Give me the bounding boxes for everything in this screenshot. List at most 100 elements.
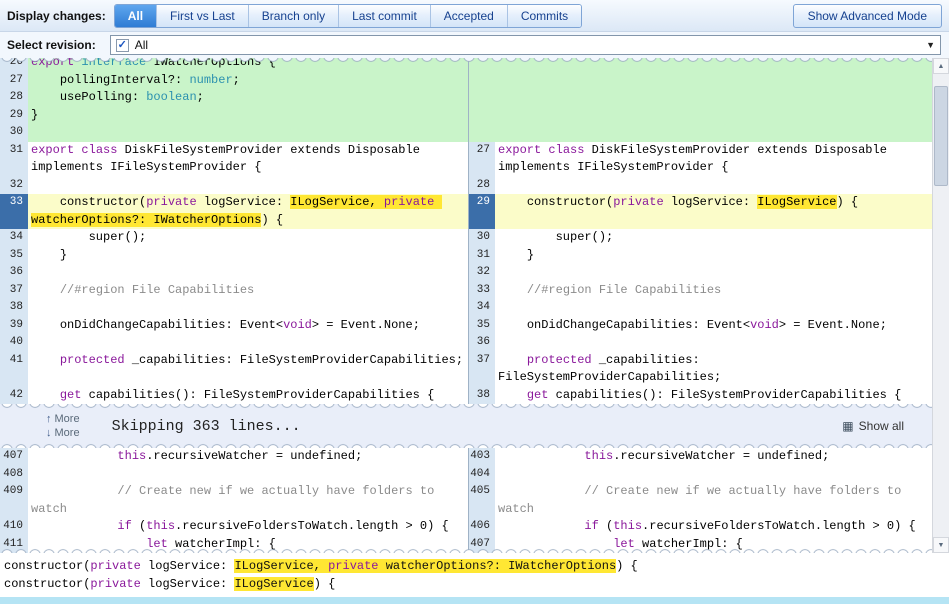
line-number-right[interactable]: 28: [468, 177, 495, 195]
code-line-left[interactable]: usePolling: boolean;: [28, 89, 468, 107]
display-button-first-vs-last[interactable]: First vs Last: [157, 5, 249, 27]
scroll-up-button[interactable]: ▲: [933, 58, 949, 74]
line-number-left[interactable]: 38: [0, 299, 28, 317]
line-number-left[interactable]: 35: [0, 247, 28, 265]
code-line-left[interactable]: export interface IWatcherOptions {: [28, 58, 468, 72]
line-number-right[interactable]: 407: [468, 536, 495, 554]
line-number-left[interactable]: 41: [0, 352, 28, 387]
line-number-left[interactable]: 37: [0, 282, 28, 300]
code-line-right[interactable]: }: [495, 247, 932, 265]
code-line-right[interactable]: [495, 72, 932, 90]
code-line-right[interactable]: onDidChangeCapabilities: Event<void> = E…: [495, 317, 932, 335]
line-number-left[interactable]: 26: [0, 58, 28, 72]
code-line-left[interactable]: [28, 466, 468, 484]
code-line-left[interactable]: }: [28, 247, 468, 265]
line-number-right[interactable]: 37: [468, 352, 495, 387]
line-number-right[interactable]: 35: [468, 317, 495, 335]
code-line-right[interactable]: [495, 299, 932, 317]
code-line-right[interactable]: get capabilities(): FileSystemProviderCa…: [495, 387, 932, 405]
line-number-right[interactable]: 38: [468, 387, 495, 405]
line-number-left[interactable]: 409: [0, 483, 28, 518]
code-line-left[interactable]: //#region File Capabilities: [28, 282, 468, 300]
code-line-right[interactable]: [495, 466, 932, 484]
revision-dropdown[interactable]: ✓ All ▼: [110, 35, 941, 55]
line-number-left[interactable]: 33: [0, 194, 28, 229]
scroll-down-button[interactable]: ▼: [933, 537, 949, 553]
line-number-left[interactable]: 31: [0, 142, 28, 177]
code-line-right[interactable]: [495, 124, 932, 142]
line-number-left[interactable]: 28: [0, 89, 28, 107]
line-number-left[interactable]: 410: [0, 518, 28, 536]
line-number-right[interactable]: 36: [468, 334, 495, 352]
expand-up-button[interactable]: ↑ More: [46, 413, 80, 425]
line-number-right[interactable]: 33: [468, 282, 495, 300]
show-advanced-mode-button[interactable]: Show Advanced Mode: [793, 4, 942, 28]
line-number-left[interactable]: 411: [0, 536, 28, 554]
code-line-left[interactable]: super();: [28, 229, 468, 247]
code-line-left[interactable]: [28, 124, 468, 142]
code-line-left[interactable]: // Create new if we actually have folder…: [28, 483, 468, 518]
code-line-left[interactable]: get capabilities(): FileSystemProviderCa…: [28, 387, 468, 405]
show-all-button[interactable]: ▦ Show all: [842, 419, 904, 433]
code-line-right[interactable]: let watcherImpl: {: [495, 536, 932, 554]
code-line-right[interactable]: this.recursiveWatcher = undefined;: [495, 448, 932, 466]
line-number-right[interactable]: 30: [468, 229, 495, 247]
code-line-left[interactable]: pollingInterval?: number;: [28, 72, 468, 90]
line-number-left[interactable]: 27: [0, 72, 28, 90]
code-line-right[interactable]: //#region File Capabilities: [495, 282, 932, 300]
display-button-last-commit[interactable]: Last commit: [339, 5, 431, 27]
line-number-right[interactable]: [468, 89, 495, 107]
code-line-right[interactable]: if (this.recursiveFoldersToWatch.length …: [495, 518, 932, 536]
code-line-left[interactable]: [28, 334, 468, 352]
code-line-right[interactable]: [495, 264, 932, 282]
line-number-left[interactable]: 42: [0, 387, 28, 405]
scroll-thumb[interactable]: [934, 86, 948, 186]
scroll-track[interactable]: [933, 74, 949, 537]
code-line-left[interactable]: onDidChangeCapabilities: Event<void> = E…: [28, 317, 468, 335]
code-line-left[interactable]: [28, 264, 468, 282]
line-number-right[interactable]: 32: [468, 264, 495, 282]
line-number-right[interactable]: 405: [468, 483, 495, 518]
line-number-left[interactable]: 40: [0, 334, 28, 352]
display-button-commits[interactable]: Commits: [508, 5, 581, 27]
code-line-right[interactable]: [495, 89, 932, 107]
line-number-right[interactable]: 29: [468, 194, 495, 229]
expand-down-button[interactable]: ↓ More: [46, 427, 80, 439]
line-number-left[interactable]: 30: [0, 124, 28, 142]
display-button-accepted[interactable]: Accepted: [431, 5, 508, 27]
code-line-right[interactable]: [495, 334, 932, 352]
line-number-right[interactable]: 27: [468, 142, 495, 177]
display-button-branch-only[interactable]: Branch only: [249, 5, 339, 27]
line-number-left[interactable]: 36: [0, 264, 28, 282]
code-line-left[interactable]: }: [28, 107, 468, 125]
code-line-left[interactable]: if (this.recursiveFoldersToWatch.length …: [28, 518, 468, 536]
code-line-right[interactable]: [495, 58, 932, 72]
line-number-right[interactable]: [468, 107, 495, 125]
line-number-right[interactable]: 406: [468, 518, 495, 536]
line-number-left[interactable]: 29: [0, 107, 28, 125]
line-number-left[interactable]: 407: [0, 448, 28, 466]
code-line-right[interactable]: protected _capabilities: FileSystemProvi…: [495, 352, 932, 387]
code-line-right[interactable]: // Create new if we actually have folder…: [495, 483, 932, 518]
line-number-left[interactable]: 34: [0, 229, 28, 247]
code-line-right[interactable]: [495, 177, 932, 195]
code-line-right[interactable]: super();: [495, 229, 932, 247]
code-line-right[interactable]: [495, 107, 932, 125]
code-line-right[interactable]: export class DiskFileSystemProvider exte…: [495, 142, 932, 177]
line-number-right[interactable]: [468, 72, 495, 90]
code-line-left[interactable]: let watcherImpl: {: [28, 536, 468, 554]
code-line-right[interactable]: constructor(private logService: ILogServ…: [495, 194, 932, 229]
vertical-scrollbar[interactable]: ▲ ▼: [932, 58, 949, 553]
line-number-right[interactable]: 404: [468, 466, 495, 484]
line-number-left[interactable]: 39: [0, 317, 28, 335]
line-number-right[interactable]: 31: [468, 247, 495, 265]
line-number-left[interactable]: 408: [0, 466, 28, 484]
line-number-right[interactable]: [468, 124, 495, 142]
code-line-left[interactable]: this.recursiveWatcher = undefined;: [28, 448, 468, 466]
line-number-left[interactable]: 32: [0, 177, 28, 195]
code-line-left[interactable]: [28, 299, 468, 317]
code-line-left[interactable]: export class DiskFileSystemProvider exte…: [28, 142, 468, 177]
code-line-left[interactable]: [28, 177, 468, 195]
code-line-left[interactable]: constructor(private logService: ILogServ…: [28, 194, 468, 229]
line-number-right[interactable]: 34: [468, 299, 495, 317]
